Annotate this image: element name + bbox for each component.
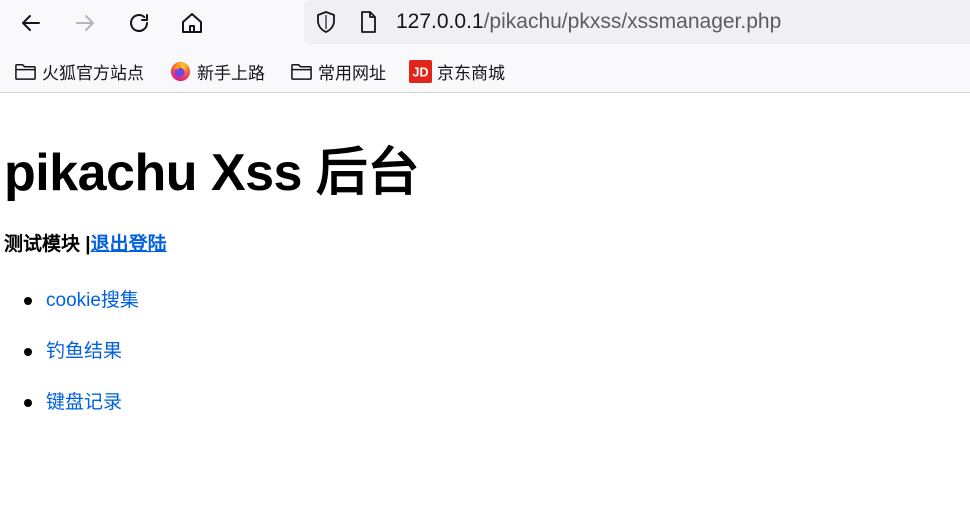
list-item: 钓鱼结果	[0, 335, 139, 386]
forward-button[interactable]	[68, 6, 102, 40]
page-content: pikachu Xss 后台 测试模块 |退出登陆 cookie搜集 钓鱼结果 …	[0, 94, 970, 509]
keylogger-link[interactable]: 键盘记录	[46, 392, 122, 413]
bookmark-firefox-official[interactable]: 火狐官方站点	[14, 58, 144, 84]
module-label: 测试模块 |	[4, 234, 91, 255]
jd-logo-icon: JD	[409, 59, 432, 83]
list-item: cookie搜集	[0, 284, 139, 335]
logout-link[interactable]: 退出登陆	[91, 234, 167, 255]
bookmark-label: 常用网址	[318, 63, 386, 83]
back-arrow-icon	[22, 15, 40, 31]
url-text[interactable]: 127.0.0.1/pikachu/pkxss/xssmanager.php	[396, 8, 781, 36]
svg-text:JD: JD	[413, 65, 429, 79]
firefox-logo-icon	[170, 61, 191, 81]
reload-button[interactable]	[122, 6, 156, 40]
tracking-shield-icon[interactable]	[314, 10, 338, 34]
home-button[interactable]	[175, 6, 209, 40]
url-path: /pikachu/pkxss/xssmanager.php	[483, 10, 782, 33]
cookie-collect-link[interactable]: cookie搜集	[46, 290, 139, 311]
module-header: 测试模块 |退出登陆	[4, 229, 167, 256]
bookmarks-toolbar: 火狐官方站点 新手上路 常用网址 JD 京东商城	[0, 47, 970, 93]
home-icon	[182, 13, 202, 33]
module-menu: cookie搜集 钓鱼结果 键盘记录	[0, 284, 139, 437]
back-button[interactable]	[14, 6, 48, 40]
folder-icon	[291, 63, 312, 80]
reload-icon	[130, 14, 148, 32]
folder-icon	[15, 63, 36, 80]
bookmark-jd-mall[interactable]: JD 京东商城	[409, 58, 505, 84]
browser-toolbar: 127.0.0.1/pikachu/pkxss/xssmanager.php	[0, 0, 970, 47]
phishing-results-link[interactable]: 钓鱼结果	[46, 341, 122, 362]
bookmark-getting-started[interactable]: 新手上路	[169, 58, 265, 84]
bookmark-label: 新手上路	[197, 63, 265, 83]
page-document-icon[interactable]	[356, 10, 380, 34]
address-bar[interactable]: 127.0.0.1/pikachu/pkxss/xssmanager.php	[304, 0, 970, 44]
url-host: 127.0.0.1	[396, 10, 484, 33]
page-title: pikachu Xss 后台	[4, 144, 419, 202]
list-item: 键盘记录	[0, 386, 139, 437]
bookmark-common-sites[interactable]: 常用网址	[290, 58, 386, 84]
forward-arrow-icon	[76, 15, 94, 31]
bookmark-label: 火狐官方站点	[42, 63, 144, 83]
bookmark-label: 京东商城	[437, 63, 505, 83]
